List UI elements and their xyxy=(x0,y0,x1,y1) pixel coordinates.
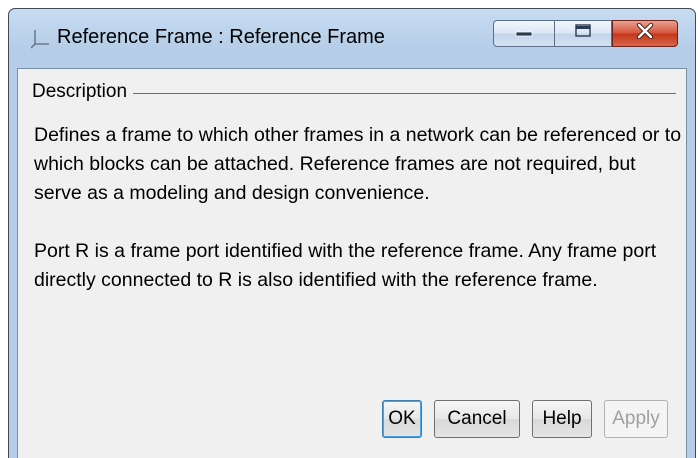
window-title: Reference Frame : Reference Frame xyxy=(57,26,385,48)
maximize-button[interactable] xyxy=(555,20,612,47)
description-paragraph-2: Port R is a frame port identified with t… xyxy=(34,240,657,291)
dialog-window: Reference Frame : Reference Frame Descri… xyxy=(8,8,696,458)
minimize-icon xyxy=(514,25,534,43)
description-paragraph-1: Defines a frame to which other frames in… xyxy=(34,124,682,204)
close-icon xyxy=(635,22,655,44)
help-button[interactable]: Help xyxy=(532,400,592,438)
cancel-button[interactable]: Cancel xyxy=(434,400,520,438)
ok-button[interactable]: OK xyxy=(382,400,422,438)
title-bar[interactable]: Reference Frame : Reference Frame xyxy=(9,9,695,67)
apply-button[interactable]: Apply xyxy=(604,400,668,438)
close-button[interactable] xyxy=(612,20,678,47)
description-text: Defines a frame to which other frames in… xyxy=(34,121,684,295)
dialog-body: Description Defines a frame to which oth… xyxy=(17,68,687,458)
description-group-label: Description xyxy=(32,81,134,103)
reference-frame-axes-icon xyxy=(30,29,51,49)
maximize-icon xyxy=(574,23,592,44)
minimize-button[interactable] xyxy=(493,20,555,47)
